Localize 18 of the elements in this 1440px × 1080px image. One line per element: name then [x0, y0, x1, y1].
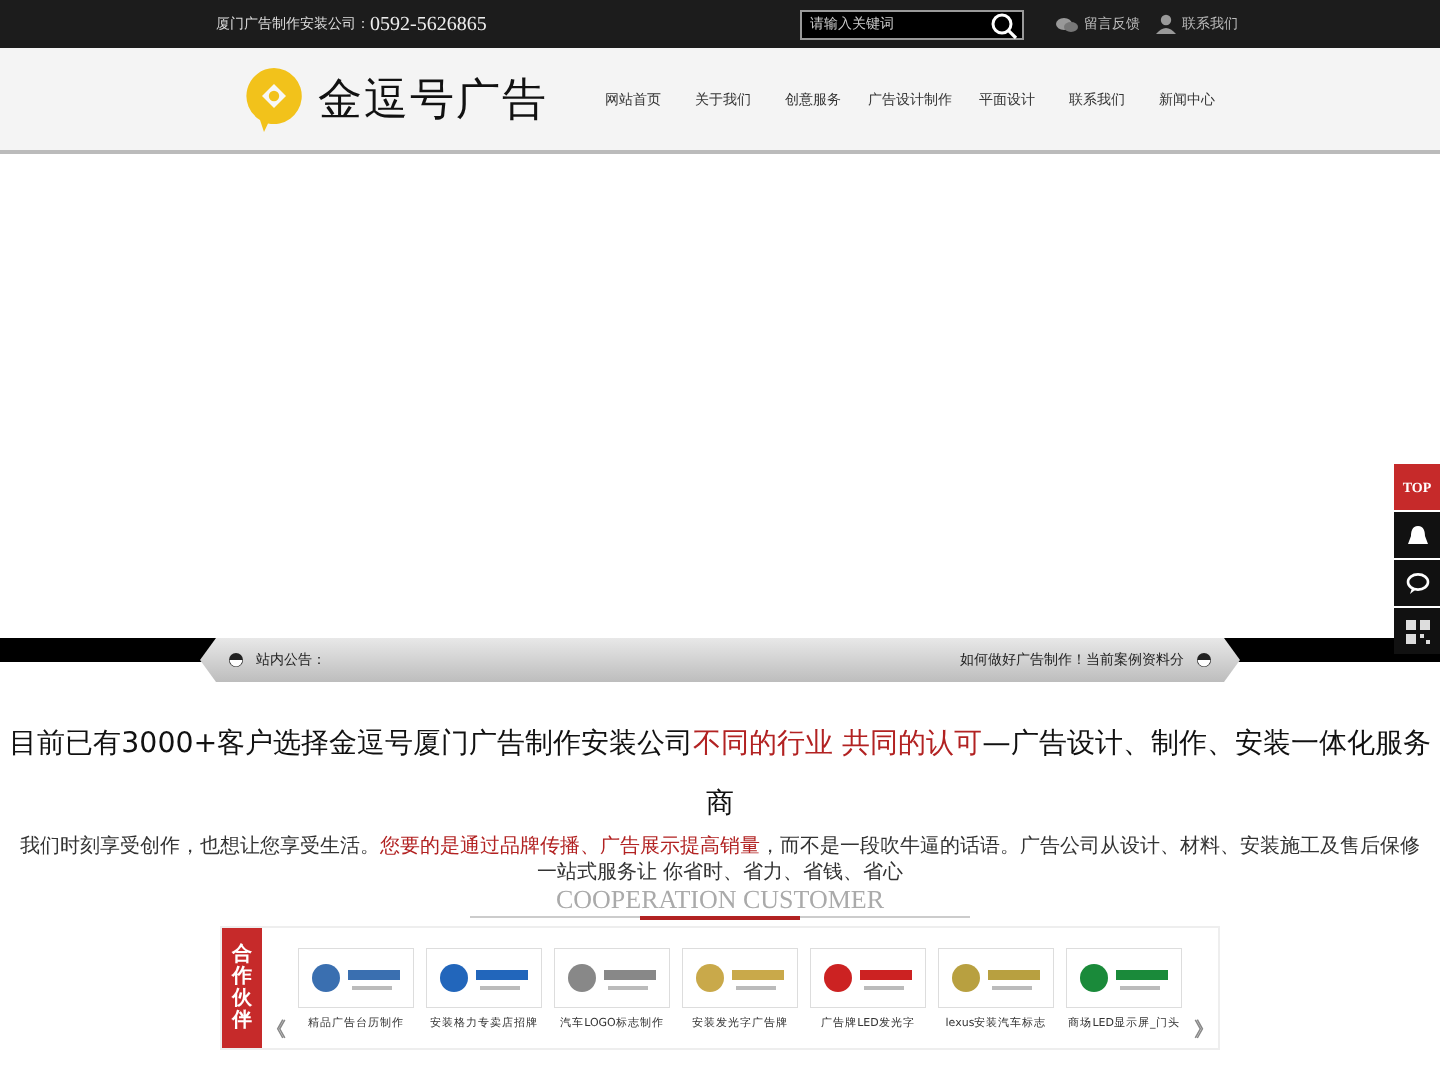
- section-title: COOPERATION CUSTOMER: [553, 886, 887, 914]
- bullet-icon: [228, 652, 244, 668]
- next-arrow[interactable]: 》: [1194, 1016, 1214, 1044]
- partners-label: 合作伙伴: [222, 928, 262, 1048]
- logo-text: 金逗号广告: [318, 73, 548, 129]
- intro-text: 我们时刻享受创作，也想让您享受生活。您要的是通过品牌传播、广告展示提高销量，而不是一段吹牛逼的话语。广告公司从设计、材料、安装施工及售后保修一站式服务让 你省时、省力、省钱、省心: [18, 834, 1422, 886]
- chat-button[interactable]: [1394, 560, 1440, 606]
- person-icon: [1156, 14, 1176, 34]
- logo-icon: [244, 65, 304, 133]
- prev-arrow[interactable]: 《: [266, 1016, 286, 1044]
- qr-code-button[interactable]: [1394, 608, 1440, 654]
- phone-number: 0592-5626865: [370, 13, 487, 35]
- bullet-icon: [1196, 652, 1212, 668]
- speech-bubble-icon: [1405, 571, 1429, 595]
- chat-bubbles-icon: [1056, 15, 1078, 33]
- headline: 目前已有3000+客户选择金逗号厦门广告制作安装公司不同的行业 共同的认可—广告设计、制作、安装一体化服务商: [7, 726, 1433, 824]
- search-icon[interactable]: [990, 11, 1018, 39]
- qr-code-icon: [1405, 619, 1429, 643]
